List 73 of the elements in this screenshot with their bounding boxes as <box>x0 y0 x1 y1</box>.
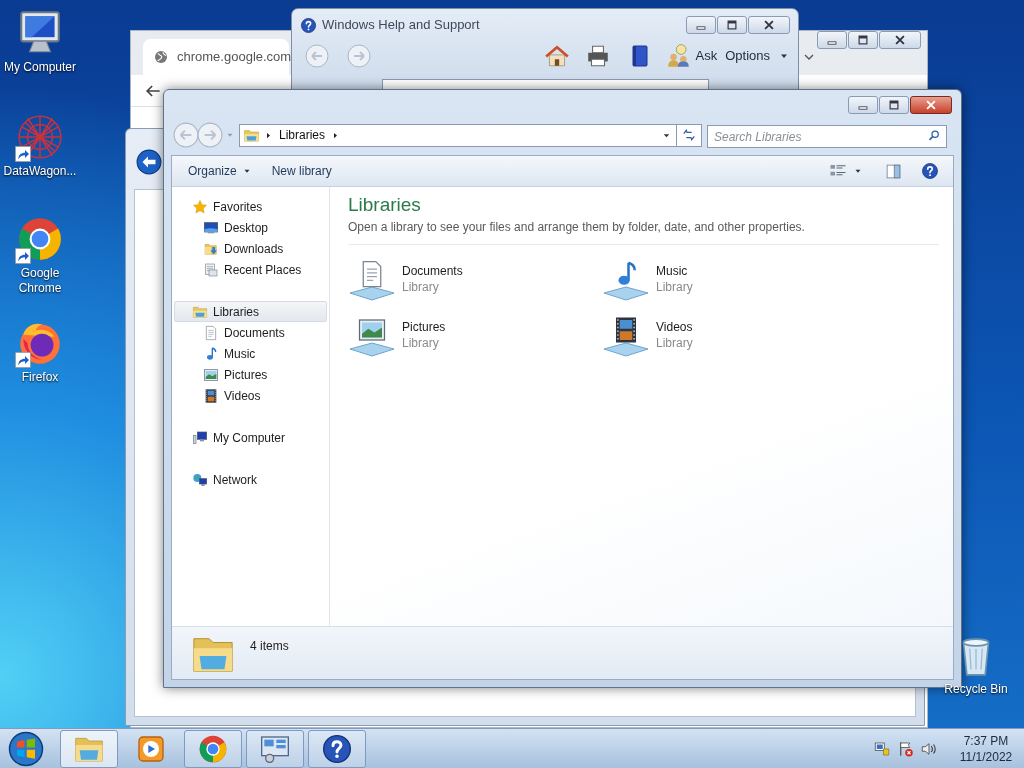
minimize-button[interactable] <box>848 96 878 114</box>
preview-pane-icon[interactable] <box>885 162 902 180</box>
maximize-icon <box>886 98 902 112</box>
nav-item[interactable]: Libraries <box>174 301 327 322</box>
nav-item[interactable]: Recent Places <box>174 259 327 280</box>
desktop-icon-label: Recycle Bin <box>943 682 1009 697</box>
breadcrumb-arrow-icon[interactable] <box>264 130 273 140</box>
nav-item[interactable]: Desktop <box>174 217 327 238</box>
desktop-icon[interactable] <box>15 112 65 162</box>
refresh-button[interactable] <box>677 123 702 147</box>
item-count: 4 items <box>250 638 289 655</box>
desktop-icon-label: My Computer <box>3 60 77 75</box>
nav-item[interactable]: Music <box>174 343 327 364</box>
flag-icon[interactable] <box>897 739 915 758</box>
ask-button[interactable]: Ask <box>695 46 718 66</box>
organize-menu[interactable]: Organize <box>178 159 262 183</box>
options-menu[interactable]: Options <box>725 46 790 66</box>
picture-icon <box>203 366 219 383</box>
back-icon[interactable] <box>136 149 162 175</box>
help-icon <box>300 16 317 34</box>
minimize-button[interactable] <box>686 16 716 34</box>
star-icon <box>192 198 208 215</box>
library-item[interactable]: Videos Library <box>602 307 856 363</box>
nav-item[interactable]: Videos <box>174 385 327 406</box>
nav-item[interactable]: Network <box>174 469 327 490</box>
maximize-button[interactable] <box>879 96 909 114</box>
window-title: Windows Help and Support <box>322 16 481 35</box>
maximize-icon <box>855 33 871 47</box>
content-heading: Libraries <box>348 193 422 217</box>
refresh-icon <box>681 127 697 143</box>
maximize-button[interactable] <box>717 16 747 34</box>
desktop-icon-label: Google Chrome <box>17 266 63 296</box>
taskbar-button[interactable] <box>308 729 366 768</box>
document-icon <box>203 324 219 341</box>
computer-icon <box>192 429 208 446</box>
minimize-icon <box>827 40 837 45</box>
taskbar-button[interactable] <box>246 729 304 768</box>
desktop-icon-label: Firefox <box>20 370 60 385</box>
search-field[interactable] <box>382 79 709 90</box>
breadcrumb-item[interactable]: Libraries <box>277 126 328 144</box>
windows-logo-icon <box>8 730 44 767</box>
nav-item[interactable]: Downloads <box>174 238 327 259</box>
browser-tab[interactable]: chrome.google.com <box>143 39 289 75</box>
nav-item[interactable]: Favorites <box>174 196 327 217</box>
nav-item[interactable]: My Computer <box>174 427 327 448</box>
close-button[interactable] <box>879 31 921 49</box>
close-button[interactable] <box>748 16 790 34</box>
nav-item[interactable]: Pictures <box>174 364 327 385</box>
nav-item[interactable]: Documents <box>174 322 327 343</box>
help-icon[interactable] <box>921 162 939 180</box>
content-description: Open a library to see your files and arrange them by folder, date, and other properties. <box>348 218 939 245</box>
maximize-icon <box>724 18 740 32</box>
desktop-icon <box>203 219 219 236</box>
network-icon <box>192 471 208 488</box>
close-button[interactable] <box>910 96 952 114</box>
library-item[interactable]: Documents Library <box>348 251 602 307</box>
minimize-button[interactable] <box>817 31 847 49</box>
address-bar[interactable]: Libraries <box>239 123 677 147</box>
film-strip-icon <box>203 387 219 404</box>
command-button[interactable]: New library <box>261 159 342 183</box>
library-item[interactable]: Pictures Library <box>348 307 602 363</box>
help-icon <box>321 732 353 765</box>
search-field[interactable]: Search Libraries <box>707 125 947 148</box>
clock[interactable]: 7:37 PM 11/1/2022 <box>948 732 1024 765</box>
network-status-icon[interactable] <box>873 739 891 758</box>
minimize-icon <box>858 105 868 110</box>
maximize-button[interactable] <box>848 31 878 49</box>
desktop-icon-label: DataWagon... <box>2 164 78 179</box>
network-graph-icon <box>15 112 65 162</box>
people-icon[interactable] <box>665 43 692 69</box>
house-icon[interactable] <box>543 43 570 69</box>
recent-places-icon <box>203 261 219 278</box>
library-item[interactable]: Music Library <box>602 251 856 307</box>
